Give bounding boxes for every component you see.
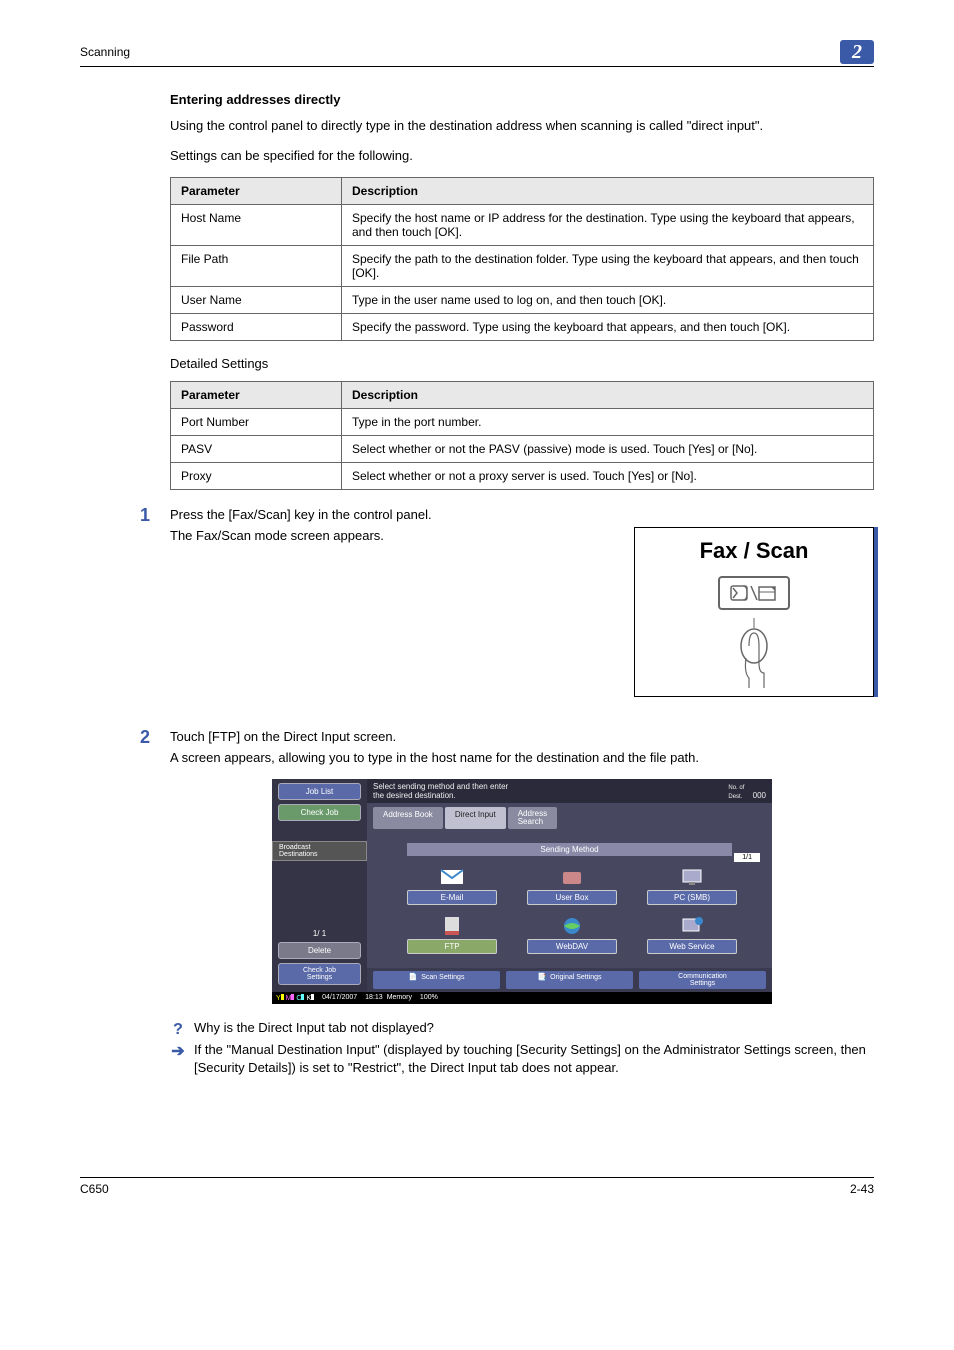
email-icon — [437, 866, 467, 888]
step1-line1: Press the [Fax/Scan] key in the control … — [170, 505, 874, 526]
method-pager: 1/1 — [734, 853, 760, 862]
check-settings-button[interactable]: Check Job Settings — [278, 963, 361, 985]
question-icon: ? — [170, 1019, 186, 1041]
tab-address-search[interactable]: Address Search — [508, 807, 557, 829]
tab-address-book[interactable]: Address Book — [373, 807, 443, 829]
tab-direct-input[interactable]: Direct Input — [445, 807, 506, 829]
intro-paragraph-2: Settings can be specified for the follow… — [170, 147, 874, 165]
method-email[interactable]: E-Mail — [407, 866, 497, 905]
footer-model: C650 — [80, 1182, 109, 1196]
col-parameter: Parameter — [171, 178, 342, 205]
table-row: File PathSpecify the path to the destina… — [171, 246, 874, 287]
method-pcsmb[interactable]: PC (SMB) — [647, 866, 737, 905]
sending-method-grid: E-Mail User Box PC (SMB) — [367, 862, 772, 958]
table-row: PasswordSpecify the password. Type using… — [171, 314, 874, 341]
page-footer: C650 2-43 — [80, 1177, 874, 1196]
intro-paragraph-1: Using the control panel to directly type… — [170, 117, 874, 135]
dest-count-value: 000 — [753, 791, 766, 800]
finger-press-icon — [635, 618, 873, 688]
col-description: Description — [342, 382, 874, 409]
col-description: Description — [342, 178, 874, 205]
screenshot-status-bar: Y M C K 04/17/2007 18:13 Memory 100% — [272, 992, 772, 1004]
webservice-icon — [677, 915, 707, 937]
arrow-right-icon: ➔ — [170, 1041, 186, 1063]
method-ftp[interactable]: FTP — [407, 915, 497, 954]
status-date: 04/17/2007 — [322, 994, 357, 1001]
step-number-1: 1 — [140, 505, 170, 527]
ftp-icon — [437, 915, 467, 937]
method-ftp-btn: FTP — [407, 939, 497, 954]
screenshot-sidebar: Job List Check Job Broadcast Destination… — [272, 779, 368, 1004]
faq-question: Why is the Direct Input tab not displaye… — [194, 1019, 434, 1037]
sidebar-pager: 1/ 1 — [272, 929, 367, 938]
screenshot-bottom-bar: 📄Scan Settings 📑Original Settings Commun… — [367, 968, 772, 992]
table-row: User NameType in the user name used to l… — [171, 287, 874, 314]
step2-line1: Touch [FTP] on the Direct Input screen. — [170, 727, 874, 748]
topbar-message: Select sending method and then enter the… — [373, 782, 508, 800]
page-header: Scanning 2 — [80, 40, 874, 67]
table-header-row: Parameter Description — [171, 178, 874, 205]
method-webdav-btn: WebDAV — [527, 939, 617, 954]
method-webservice-btn: Web Service — [647, 939, 737, 954]
userbox-icon — [557, 866, 587, 888]
table-row: PASVSelect whether or not the PASV (pass… — [171, 436, 874, 463]
method-email-btn: E-Mail — [407, 890, 497, 905]
delete-button[interactable]: Delete — [278, 942, 361, 959]
chapter-badge: 2 — [840, 40, 874, 64]
toner-levels: Y M C K — [276, 994, 314, 1002]
screenshot-main: Select sending method and then enter the… — [367, 779, 772, 992]
section-title: Entering addresses directly — [170, 92, 874, 107]
method-pcsmb-btn: PC (SMB) — [647, 890, 737, 905]
scan-settings-button[interactable]: 📄Scan Settings — [373, 971, 500, 989]
dest-count-label: No. of Dest. — [728, 785, 744, 800]
col-parameter: Parameter — [171, 382, 342, 409]
job-list-button[interactable]: Job List — [278, 783, 361, 800]
table-row: ProxySelect whether or not a proxy serve… — [171, 463, 874, 490]
method-webservice[interactable]: Web Service — [647, 915, 737, 954]
pc-icon — [677, 866, 707, 888]
faq-answer: If the "Manual Destination Input" (displ… — [194, 1041, 874, 1077]
status-memory-value: 100% — [420, 994, 438, 1001]
panel-screenshot: Job List Check Job Broadcast Destination… — [272, 779, 772, 1004]
detailed-settings-label: Detailed Settings — [170, 356, 874, 371]
screenshot-topbar: Select sending method and then enter the… — [367, 779, 772, 803]
step2-line2: A screen appears, allowing you to type i… — [170, 748, 874, 769]
footer-page: 2-43 — [850, 1182, 874, 1196]
header-section: Scanning — [80, 45, 130, 59]
step-number-2: 2 — [140, 727, 170, 749]
status-memory-label: Memory — [387, 994, 412, 1001]
method-userbox[interactable]: User Box — [527, 866, 617, 905]
broadcast-dest-label: Broadcast Destinations — [272, 841, 367, 861]
method-webdav[interactable]: WebDAV — [527, 915, 617, 954]
comm-settings-button[interactable]: Communication Settings — [639, 971, 766, 989]
parameters-table-1: Parameter Description Host NameSpecify t… — [170, 177, 874, 341]
status-time: 18:13 — [365, 994, 383, 1001]
fax-scan-illustration: Fax / Scan — [634, 527, 874, 697]
parameters-table-2: Parameter Description Port NumberType in… — [170, 381, 874, 490]
sending-method-label: Sending Method — [407, 843, 732, 856]
method-userbox-btn: User Box — [527, 890, 617, 905]
table-header-row: Parameter Description — [171, 382, 874, 409]
fax-scan-button-icon — [718, 576, 790, 610]
table-row: Host NameSpecify the host name or IP add… — [171, 205, 874, 246]
webdav-icon — [557, 915, 587, 937]
screenshot-tabs: Address Book Direct Input Address Search — [367, 803, 772, 833]
original-settings-button[interactable]: 📑Original Settings — [506, 971, 633, 989]
table-row: Port NumberType in the port number. — [171, 409, 874, 436]
check-job-button[interactable]: Check Job — [278, 804, 361, 821]
